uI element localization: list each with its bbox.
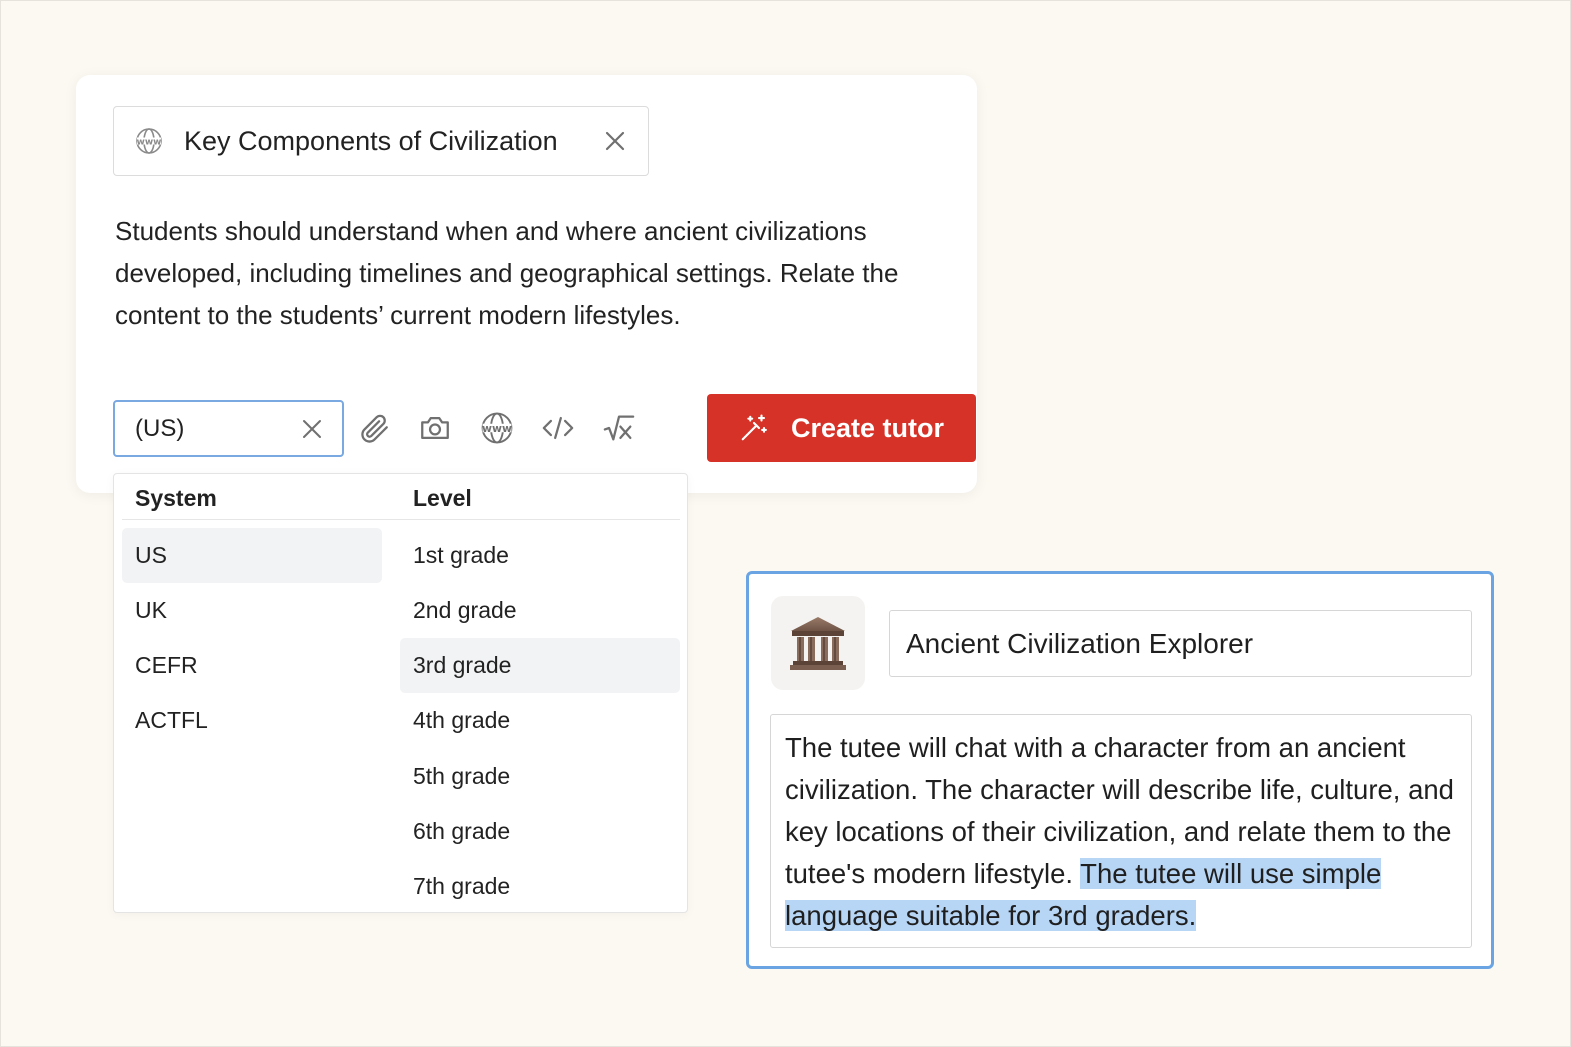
system-option-us[interactable]: US bbox=[122, 528, 382, 583]
level-column-header: Level bbox=[413, 485, 472, 511]
tutor-description-field[interactable]: The tutee will chat with a character fro… bbox=[770, 714, 1472, 948]
www-globe-icon[interactable]: www bbox=[477, 408, 517, 448]
tutor-name-field[interactable]: Ancient Civilization Explorer bbox=[889, 610, 1472, 677]
tutor-prompt-card: www Key Components of Civilization Stude… bbox=[76, 75, 977, 493]
svg-text:www: www bbox=[137, 138, 162, 148]
dropdown-header: System Level bbox=[122, 474, 680, 520]
level-option-5th-grade[interactable]: 5th grade bbox=[400, 749, 680, 804]
prompt-text[interactable]: Students should understand when and wher… bbox=[115, 210, 905, 336]
level-option-2nd-grade[interactable]: 2nd grade bbox=[400, 583, 680, 638]
math-sqrt-icon[interactable] bbox=[599, 408, 639, 448]
level-dropdown: System Level US UK CEFR ACTFL 1st grade … bbox=[113, 473, 688, 913]
level-option-1st-grade[interactable]: 1st grade bbox=[400, 528, 680, 583]
source-title: Key Components of Civilization bbox=[184, 125, 558, 156]
clear-icon[interactable] bbox=[300, 417, 324, 441]
www-globe-icon: www bbox=[134, 126, 164, 156]
generated-tutor-card: Ancient Civilization Explorer The tutee … bbox=[746, 571, 1494, 969]
close-icon[interactable] bbox=[602, 128, 628, 154]
create-tutor-label: Create tutor bbox=[790, 412, 945, 443]
system-option-actfl[interactable]: ACTFL bbox=[122, 693, 382, 748]
level-option-6th-grade[interactable]: 6th grade bbox=[400, 804, 680, 859]
system-option-uk[interactable]: UK bbox=[122, 583, 382, 638]
prompt-toolbar: (US) www Create tutor bbox=[113, 394, 976, 462]
create-tutor-button[interactable]: Create tutor bbox=[707, 394, 976, 462]
tutor-avatar[interactable] bbox=[771, 596, 865, 690]
level-option-3rd-grade[interactable]: 3rd grade bbox=[400, 638, 680, 693]
source-chip[interactable]: www Key Components of Civilization bbox=[113, 106, 649, 176]
svg-text:www: www bbox=[482, 422, 512, 435]
level-input[interactable]: (US) bbox=[113, 400, 344, 457]
code-icon[interactable] bbox=[538, 408, 578, 448]
magic-wand-icon bbox=[739, 413, 769, 443]
classical-building-icon bbox=[790, 617, 846, 670]
camera-icon[interactable] bbox=[415, 408, 455, 448]
level-option-4th-grade[interactable]: 4th grade bbox=[400, 693, 680, 748]
level-option-7th-grade[interactable]: 7th grade bbox=[400, 859, 680, 914]
paperclip-icon[interactable] bbox=[354, 408, 394, 448]
system-option-cefr[interactable]: CEFR bbox=[122, 638, 382, 693]
level-input-value: (US) bbox=[135, 414, 185, 442]
system-column-header: System bbox=[135, 485, 217, 511]
